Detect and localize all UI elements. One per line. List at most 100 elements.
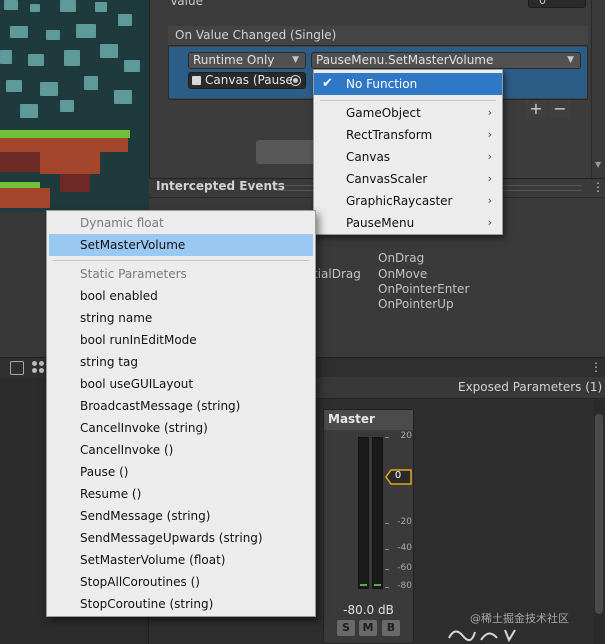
layers-icon[interactable] <box>32 361 46 375</box>
menu-item-label: No Function <box>346 77 418 91</box>
submenu-item[interactable]: string tag <box>47 351 315 373</box>
inspector-scrollbar[interactable]: ▼ <box>591 0 605 178</box>
submenu-item[interactable]: bool useGUILayout <box>47 373 315 395</box>
panel-menu-icon[interactable]: ⋮ <box>590 360 602 374</box>
soil-tile <box>0 152 40 172</box>
game-tile <box>30 4 40 12</box>
submenu-item[interactable]: StopAllCoroutines () <box>47 571 315 593</box>
dropdown-arrow-icon: ▼ <box>567 55 574 65</box>
add-listener-button[interactable]: + <box>526 100 546 118</box>
submenu-item[interactable]: string name <box>47 307 315 329</box>
submenu-header-dynamic: Dynamic float <box>80 216 164 230</box>
dropdown-arrow-icon: ▼ <box>292 55 299 65</box>
object-picker-icon[interactable] <box>290 75 301 86</box>
menu-item-gameobject[interactable]: GameObject › <box>314 102 502 124</box>
runtime-mode-label: Runtime Only <box>193 53 275 67</box>
soil-tile <box>40 152 100 174</box>
submenu-item[interactable]: CancelInvoke () <box>47 439 315 461</box>
menu-item-label: CanvasScaler <box>346 172 428 186</box>
db-tick-label: -80 <box>385 581 412 591</box>
menu-item-no-function[interactable]: ✔ No Function <box>314 73 502 95</box>
game-tile <box>0 50 12 64</box>
scroll-down-icon[interactable]: ▼ <box>595 160 601 169</box>
gameobject-icon <box>192 76 201 85</box>
menu-item-label: RectTransform <box>346 128 433 142</box>
event-name: tialDrag <box>313 267 361 281</box>
pausemenu-submenu: Dynamic float SetMasterVolume Static Par… <box>46 210 316 617</box>
mixer-scrollbar[interactable] <box>594 400 604 644</box>
function-dropdown[interactable]: PauseMenu.SetMasterVolume ▼ <box>311 52 581 69</box>
game-tile <box>20 104 38 118</box>
submenu-arrow-icon: › <box>487 150 492 163</box>
menu-item-pausemenu[interactable]: PauseMenu › <box>314 212 502 234</box>
submenu-item[interactable]: bool runInEditMode <box>47 329 315 351</box>
runtime-mode-dropdown[interactable]: Runtime Only ▼ <box>188 52 306 69</box>
menu-item-label: GraphicRaycaster <box>346 194 453 208</box>
bypass-button[interactable]: B <box>382 620 400 636</box>
soil-tile <box>0 138 128 152</box>
mute-button[interactable]: M <box>359 620 377 636</box>
scrollbar-thumb[interactable] <box>595 414 603 614</box>
game-tile <box>124 60 140 72</box>
submenu-item[interactable]: BroadcastMessage (string) <box>47 395 315 417</box>
level-meter-left <box>358 437 369 589</box>
db-tick-label: -20 <box>385 517 412 527</box>
submenu-item[interactable]: Resume () <box>47 483 315 505</box>
add-component-button[interactable] <box>256 140 316 164</box>
grass-tile <box>0 130 130 138</box>
exposed-parameters-dropdown[interactable]: Exposed Parameters (1) ▼ <box>458 380 605 394</box>
submenu-item[interactable]: bool enabled <box>47 285 315 307</box>
submenu-item[interactable]: SendMessage (string) <box>47 505 315 527</box>
submenu-item-setmastervolume-dynamic[interactable]: SetMasterVolume <box>49 234 313 256</box>
game-tile <box>60 0 76 12</box>
menu-item-canvasscaler[interactable]: CanvasScaler › <box>314 168 502 190</box>
menu-item-label: Canvas <box>346 150 391 164</box>
menu-item-label: GameObject <box>346 106 421 120</box>
soil-tile <box>60 174 90 192</box>
volume-readout: -80.0 dB <box>343 603 394 617</box>
game-view[interactable] <box>0 0 149 212</box>
submenu-item[interactable]: StopCoroutine (string) <box>47 593 315 615</box>
submenu-item[interactable]: SendMessageUpwards (string) <box>47 527 315 549</box>
menu-divider <box>53 260 309 261</box>
value-label: Value <box>170 0 203 8</box>
game-tile <box>60 100 74 112</box>
submenu-arrow-icon: › <box>487 172 492 185</box>
value-field[interactable]: 0 <box>528 0 586 8</box>
function-menu: ✔ No Function GameObject › RectTransform… <box>313 69 503 235</box>
menu-item-canvas[interactable]: Canvas › <box>314 146 502 168</box>
solo-button[interactable]: S <box>337 620 355 636</box>
game-tile <box>40 82 58 96</box>
watermark-logo <box>448 629 516 643</box>
submenu-arrow-icon: › <box>487 128 492 141</box>
panel-menu-icon[interactable]: ⋮ <box>592 180 604 194</box>
menu-divider <box>320 100 496 101</box>
db-tick-label: -40 <box>385 543 412 553</box>
submenu-item[interactable]: CancelInvoke (string) <box>47 417 315 439</box>
event-header: On Value Changed (Single) <box>168 26 588 46</box>
submenu-item[interactable]: Pause () <box>47 461 315 483</box>
maximize-icon[interactable] <box>10 361 24 375</box>
game-tile <box>28 54 44 66</box>
menu-item-label: PauseMenu <box>346 216 415 230</box>
fader-value: 0 <box>394 470 402 481</box>
exposed-parameters-label: Exposed Parameters (1) <box>458 380 603 394</box>
meter-level <box>374 584 381 586</box>
submenu-arrow-icon: › <box>487 216 492 229</box>
target-object-label: Canvas (Pause <box>205 73 293 87</box>
menu-item-recttransform[interactable]: RectTransform › <box>314 124 502 146</box>
menu-item-graphicraycaster[interactable]: GraphicRaycaster › <box>314 190 502 212</box>
target-object-field[interactable]: Canvas (Pause <box>188 72 306 89</box>
game-tile <box>4 0 18 10</box>
game-tile <box>100 44 118 58</box>
submenu-item[interactable]: SetMasterVolume (float) <box>47 549 315 571</box>
remove-listener-button[interactable]: − <box>550 100 570 118</box>
game-tile <box>46 30 60 40</box>
game-tile <box>76 24 96 38</box>
game-tile <box>6 80 22 92</box>
game-tile <box>84 76 98 90</box>
function-label: PauseMenu.SetMasterVolume <box>316 53 494 67</box>
db-tick-label: 20 <box>385 431 412 441</box>
game-tile <box>10 26 28 38</box>
event-name: OnPointerUp <box>378 297 454 311</box>
